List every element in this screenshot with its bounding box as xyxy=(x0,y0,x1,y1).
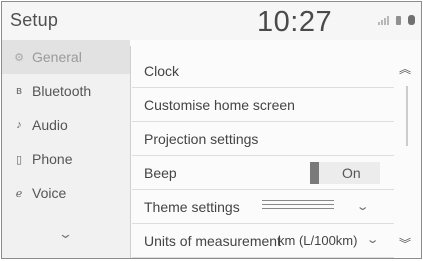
setting-label: Clock xyxy=(144,63,180,79)
battery-icon xyxy=(396,16,401,25)
theme-preview-icon xyxy=(262,200,334,212)
scrollbar[interactable] xyxy=(406,86,408,146)
sidebar: ⚙ General ʙ Bluetooth ♪ Audio ▯ Phone ℯ … xyxy=(2,40,130,258)
setup-screen: Setup 10:27 ⚙ General ʙ Bluetooth ♪ Audi… xyxy=(1,1,422,259)
sidebar-item-label: Voice xyxy=(32,185,67,201)
sidebar-item-label: Bluetooth xyxy=(32,83,92,99)
setting-row-projection[interactable]: Projection settings xyxy=(132,122,394,156)
setting-label: Projection settings xyxy=(144,131,259,147)
clock-time: 10:27 xyxy=(257,6,333,38)
setting-row-units[interactable]: Units of measurement km (L/100km) ⌄ xyxy=(132,224,394,258)
status-icons xyxy=(378,15,415,25)
setting-row-clock[interactable]: Clock xyxy=(132,54,394,88)
setting-row-home-screen[interactable]: Customise home screen xyxy=(132,88,394,122)
setting-label: Theme settings xyxy=(144,199,240,215)
sidebar-item-audio[interactable]: ♪ Audio xyxy=(2,108,130,142)
sidebar-item-phone[interactable]: ▯ Phone xyxy=(2,142,130,176)
chevron-down-icon[interactable]: ⌄ xyxy=(356,200,370,213)
bluetooth-icon xyxy=(408,15,415,25)
setting-label: Units of measurement xyxy=(144,233,281,249)
units-value: km (L/100km) xyxy=(278,233,358,248)
music-note-icon: ♪ xyxy=(16,119,22,131)
sidebar-item-label: General xyxy=(32,49,82,65)
page-title: Setup xyxy=(10,10,59,30)
voice-icon: ℯ xyxy=(15,187,23,200)
scroll-down-icon[interactable]: ︾ xyxy=(399,235,411,252)
sidebar-item-bluetooth[interactable]: ʙ Bluetooth xyxy=(2,74,130,108)
setting-label: Customise home screen xyxy=(144,97,295,113)
sidebar-item-voice[interactable]: ℯ Voice xyxy=(2,176,130,210)
sidebar-item-label: Audio xyxy=(32,117,68,133)
divider xyxy=(130,46,131,258)
phone-icon: ▯ xyxy=(15,153,23,166)
chevron-down-icon[interactable]: ⌄ xyxy=(366,233,380,246)
gear-icon: ⚙ xyxy=(14,51,24,64)
setting-row-theme[interactable]: Theme settings ⌄ xyxy=(132,190,394,224)
sidebar-item-label: Phone xyxy=(32,151,73,167)
setting-row-beep[interactable]: Beep On xyxy=(132,156,394,190)
bluetooth-icon: ʙ xyxy=(16,85,22,97)
beep-toggle[interactable]: On xyxy=(310,162,380,184)
scroll-up-icon[interactable]: ︽ xyxy=(399,60,411,77)
sidebar-item-general[interactable]: ⚙ General xyxy=(2,40,130,74)
setting-label: Beep xyxy=(144,165,177,181)
chevron-down-icon[interactable]: ⌄ xyxy=(58,226,73,242)
top-bar: Setup 10:27 xyxy=(2,2,421,40)
signal-icon xyxy=(378,16,389,25)
toggle-knob xyxy=(310,162,319,184)
toggle-value: On xyxy=(342,165,361,181)
